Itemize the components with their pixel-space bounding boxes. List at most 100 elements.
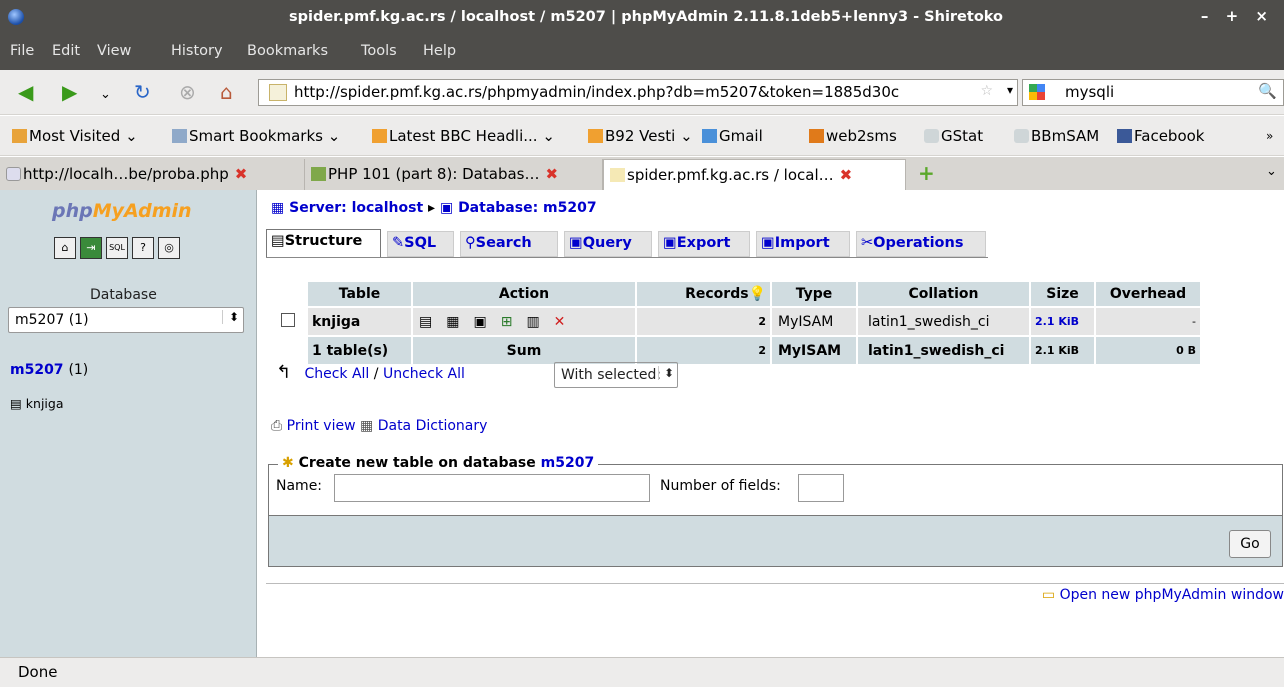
phpmyadmin-logo[interactable]: phpMyAdmin [52,200,192,222]
menu-view[interactable]: View [97,43,131,59]
bookmark-most-visited[interactable]: Most Visited ⌄ [12,127,138,145]
search-engine-icon[interactable] [1029,84,1045,100]
browse-icon[interactable]: ▤ [419,314,446,330]
bookmark-bbc[interactable]: Latest BBC Headli... ⌄ [372,127,555,145]
home-icon[interactable]: ⌂ [54,237,76,259]
bookmark-b92[interactable]: B92 Vesti ⌄ [588,127,693,145]
address-bar[interactable]: http://spider.pmf.kg.ac.rs/phpmyadmin/in… [258,79,1018,106]
header-type[interactable]: Type [772,282,856,306]
new-tab-icon[interactable]: + [918,161,935,185]
menu-help[interactable]: Help [423,43,456,59]
breadcrumb-server[interactable]: Server: localhost [289,200,423,216]
tab-structure[interactable]: ▤Structure [266,229,381,258]
tab-list-icon[interactable]: ⌄ [1266,164,1277,179]
uncheck-all-link[interactable]: Uncheck All [383,366,465,382]
create-db-link[interactable]: m5207 [541,455,595,471]
check-all-link[interactable]: Check All [304,366,369,382]
search-icon[interactable]: 🔍 [1258,82,1277,100]
bookmark-facebook[interactable]: Facebook [1117,127,1204,145]
pma-icon [610,168,625,182]
data-dictionary-link[interactable]: Data Dictionary [378,418,488,434]
pma-main-frame: ▦ Server: localhost ▸ ▣ Database: m5207 … [258,190,1284,657]
search-icon[interactable]: ▣ [473,314,500,330]
create-table-fieldset: ✱ Create new table on database m5207 Nam… [268,455,1283,567]
table-row: knjiga ▤▦▣⊞▥✕ 2 MyISAM latin1_swedish_ci… [270,308,1200,335]
breadcrumb: ▦ Server: localhost ▸ ▣ Database: m5207 [271,200,597,216]
bookmarks-overflow-icon[interactable]: » [1266,129,1273,143]
header-table[interactable]: Table [308,282,411,306]
open-new-window-link[interactable]: Open new phpMyAdmin window [1060,587,1284,603]
bookmark-gstat[interactable]: GStat [924,127,983,145]
insert-icon[interactable]: ⊞ [501,314,527,330]
sum-type: MyISAM [772,337,856,364]
history-dropdown-icon[interactable]: ⌄ [100,85,111,105]
window-title: spider.pmf.kg.ac.rs / localhost / m5207 … [288,9,1004,25]
search-bar[interactable]: mysqli 🔍 [1022,79,1284,106]
browser-tab-2[interactable]: PHP 101 (part 8): Databas… ✖ [305,159,603,190]
search-text: mysqli [1065,83,1115,101]
bookmarks-toolbar: Most Visited ⌄ Smart Bookmarks ⌄ Latest … [0,116,1284,156]
page-icon [924,129,939,143]
table-name-input[interactable] [334,474,650,502]
breadcrumb-database[interactable]: Database: m5207 [458,200,597,216]
help-icon[interactable]: ? [132,237,154,259]
close-tab-icon[interactable]: ✖ [235,165,248,183]
browser-tab-1[interactable]: http://localh…be/proba.php ✖ [0,159,305,190]
window-controls[interactable]: – + × [1201,7,1274,25]
query-window-icon[interactable]: SQL [106,237,128,259]
reload-icon[interactable]: ↻ [134,82,151,102]
help-bulb-icon[interactable]: 💡 [749,286,766,302]
tab-underline [266,257,988,258]
row-size[interactable]: 2.1 KiB [1031,308,1094,335]
url-dropdown-icon[interactable]: ▾ [1007,83,1013,97]
menu-history[interactable]: History [171,43,223,59]
print-view-link[interactable]: Print view [287,418,356,434]
empty-icon[interactable]: ▥ [526,314,553,330]
bookmark-web2sms[interactable]: web2sms [809,127,897,145]
sidebar-table-knjiga[interactable]: ▤ knjiga [10,396,64,411]
close-tab-icon[interactable]: ✖ [545,165,558,183]
pma-navigation-frame: phpMyAdmin ⌂ ⇥ SQL ? ◎ Database m5207 (1… [0,190,257,657]
tab-operations[interactable]: ✂Operations [856,231,986,257]
header-collation[interactable]: Collation [858,282,1029,306]
menu-file[interactable]: File [10,43,34,59]
bookmark-gmail[interactable]: Gmail [702,127,763,145]
database-select[interactable]: m5207 (1) ⬍ [8,307,244,333]
forward-icon[interactable]: ▶ [62,82,77,102]
logout-icon[interactable]: ⇥ [80,237,102,259]
header-size[interactable]: Size [1031,282,1094,306]
menu-tools[interactable]: Tools [361,43,397,59]
database-link[interactable]: m5207 (1) [10,362,88,378]
menu-edit[interactable]: Edit [52,43,80,59]
tab-import[interactable]: ▣Import [756,231,850,257]
bookmark-star-icon[interactable]: ☆ [980,83,993,99]
structure-icon[interactable]: ▦ [446,314,473,330]
row-table-name[interactable]: knjiga [308,308,411,335]
search-icon: ⚲ [465,235,476,251]
header-records[interactable]: Records💡 [637,282,770,306]
docs-icon[interactable]: ◎ [158,237,180,259]
go-button[interactable]: Go [1229,530,1271,558]
home-icon[interactable]: ⌂ [220,82,233,102]
num-fields-input[interactable] [798,474,844,502]
web2sms-icon [809,129,824,143]
tab-query[interactable]: ▣Query [564,231,652,257]
browser-tab-bar: http://localh…be/proba.php ✖ PHP 101 (par… [0,157,1284,190]
tab-export[interactable]: ▣Export [658,231,750,257]
bookmark-bbmsam[interactable]: BBmSAM [1014,127,1099,145]
back-icon[interactable]: ◀ [18,82,33,102]
browser-tab-3-active[interactable]: spider.pmf.kg.ac.rs / local… ✖ [603,159,906,190]
with-selected-select[interactable]: With selected: ⬍ [554,362,678,388]
drop-icon[interactable]: ✕ [554,314,580,330]
menu-bookmarks[interactable]: Bookmarks [247,43,328,59]
new-table-icon: ✱ [282,455,294,471]
close-tab-icon[interactable]: ✖ [840,166,853,184]
row-checkbox[interactable] [281,312,295,327]
stop-icon[interactable]: ⊗ [179,82,196,102]
header-overhead[interactable]: Overhead [1096,282,1200,306]
sql-icon: ✎ [392,235,405,251]
tab-search[interactable]: ⚲Search [460,231,558,257]
create-table-legend: ✱ Create new table on database m5207 [278,455,599,471]
tab-sql[interactable]: ✎SQL [387,231,454,257]
bookmark-smart-bookmarks[interactable]: Smart Bookmarks ⌄ [172,127,340,145]
